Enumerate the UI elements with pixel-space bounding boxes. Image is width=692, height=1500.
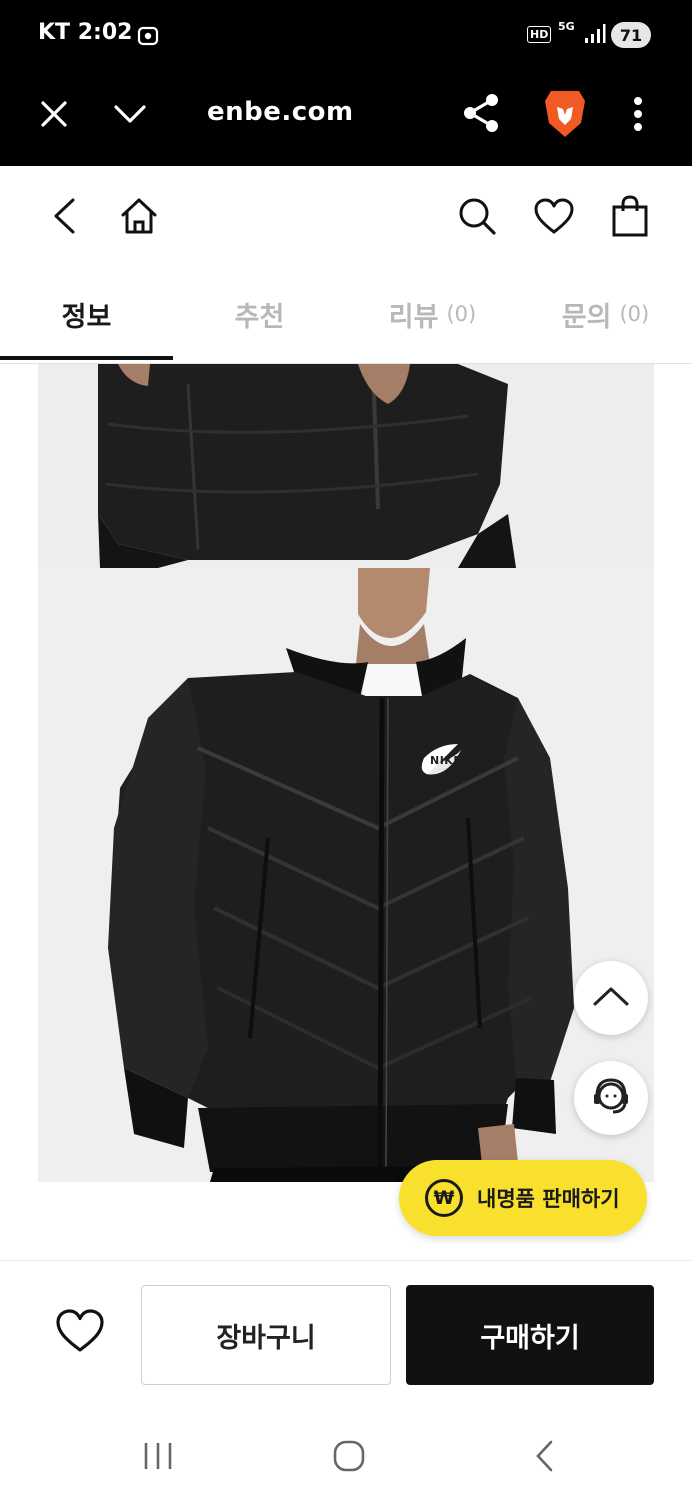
scroll-top-button[interactable] xyxy=(574,961,648,1035)
tab-inquiry[interactable]: 문의 (0) xyxy=(519,266,692,362)
more-vert-icon[interactable] xyxy=(624,94,652,134)
search-icon[interactable] xyxy=(455,194,499,238)
tab-label: 문의 xyxy=(561,301,612,333)
chevron-down-icon[interactable] xyxy=(110,94,150,134)
active-tab-indicator xyxy=(0,356,173,360)
app-header xyxy=(0,166,692,266)
carrier-time: KT 2:02 xyxy=(38,20,133,45)
chevron-up-icon xyxy=(592,984,630,1012)
close-icon[interactable] xyxy=(34,94,74,134)
status-bar: KT 2:02 HD 5G 71 xyxy=(0,0,692,70)
shopping-bag-icon[interactable] xyxy=(608,192,652,240)
signal-icon xyxy=(584,24,606,48)
home-nav-icon[interactable] xyxy=(329,1436,369,1476)
tab-recommend[interactable]: 추천 xyxy=(173,266,346,362)
product-tabs: 정보 추천 리뷰 (0) 문의 (0) xyxy=(0,266,692,364)
battery-indicator: 71 xyxy=(611,22,651,48)
add-to-cart-button[interactable]: 장바구니 xyxy=(141,1285,391,1385)
nike-logo-text: NIKE xyxy=(430,754,462,767)
tab-count: (0) xyxy=(446,302,477,326)
customer-service-button[interactable] xyxy=(574,1061,648,1135)
product-image-top xyxy=(38,364,654,568)
back-nav-icon[interactable] xyxy=(526,1436,562,1476)
back-arrow-icon[interactable] xyxy=(44,194,84,238)
tab-info[interactable]: 정보 xyxy=(0,266,173,362)
recent-apps-icon[interactable] xyxy=(138,1438,178,1474)
wishlist-heart-icon[interactable] xyxy=(52,1305,108,1357)
tab-label: 리뷰 xyxy=(388,301,439,333)
system-nav-bar xyxy=(0,1410,692,1500)
cart-label: 장바구니 xyxy=(216,1322,316,1354)
home-icon[interactable] xyxy=(116,194,162,238)
product-image-main: NIKE xyxy=(38,568,654,1182)
screenshot-icon xyxy=(136,24,160,52)
tab-label: 정보 xyxy=(61,301,112,333)
headset-agent-icon xyxy=(589,1074,633,1122)
brave-lion-icon[interactable] xyxy=(542,86,588,140)
sell-my-luxury-button[interactable]: ₩ 내명품 판매하기 xyxy=(399,1160,647,1236)
tab-reviews[interactable]: 리뷰 (0) xyxy=(346,266,519,362)
heart-icon[interactable] xyxy=(531,194,577,238)
network-label: 5G xyxy=(558,20,575,33)
hd-badge: HD xyxy=(527,26,552,43)
buy-label: 구매하기 xyxy=(480,1322,580,1354)
buy-now-button[interactable]: 구매하기 xyxy=(406,1285,654,1385)
browser-toolbar: enbe.com xyxy=(0,70,692,166)
share-icon[interactable] xyxy=(460,92,502,134)
url-text[interactable]: enbe.com xyxy=(207,97,354,127)
tab-label: 추천 xyxy=(234,301,285,333)
tab-count: (0) xyxy=(619,302,650,326)
won-coin-icon: ₩ xyxy=(425,1179,463,1217)
sell-label: 내명품 판매하기 xyxy=(477,1187,620,1211)
